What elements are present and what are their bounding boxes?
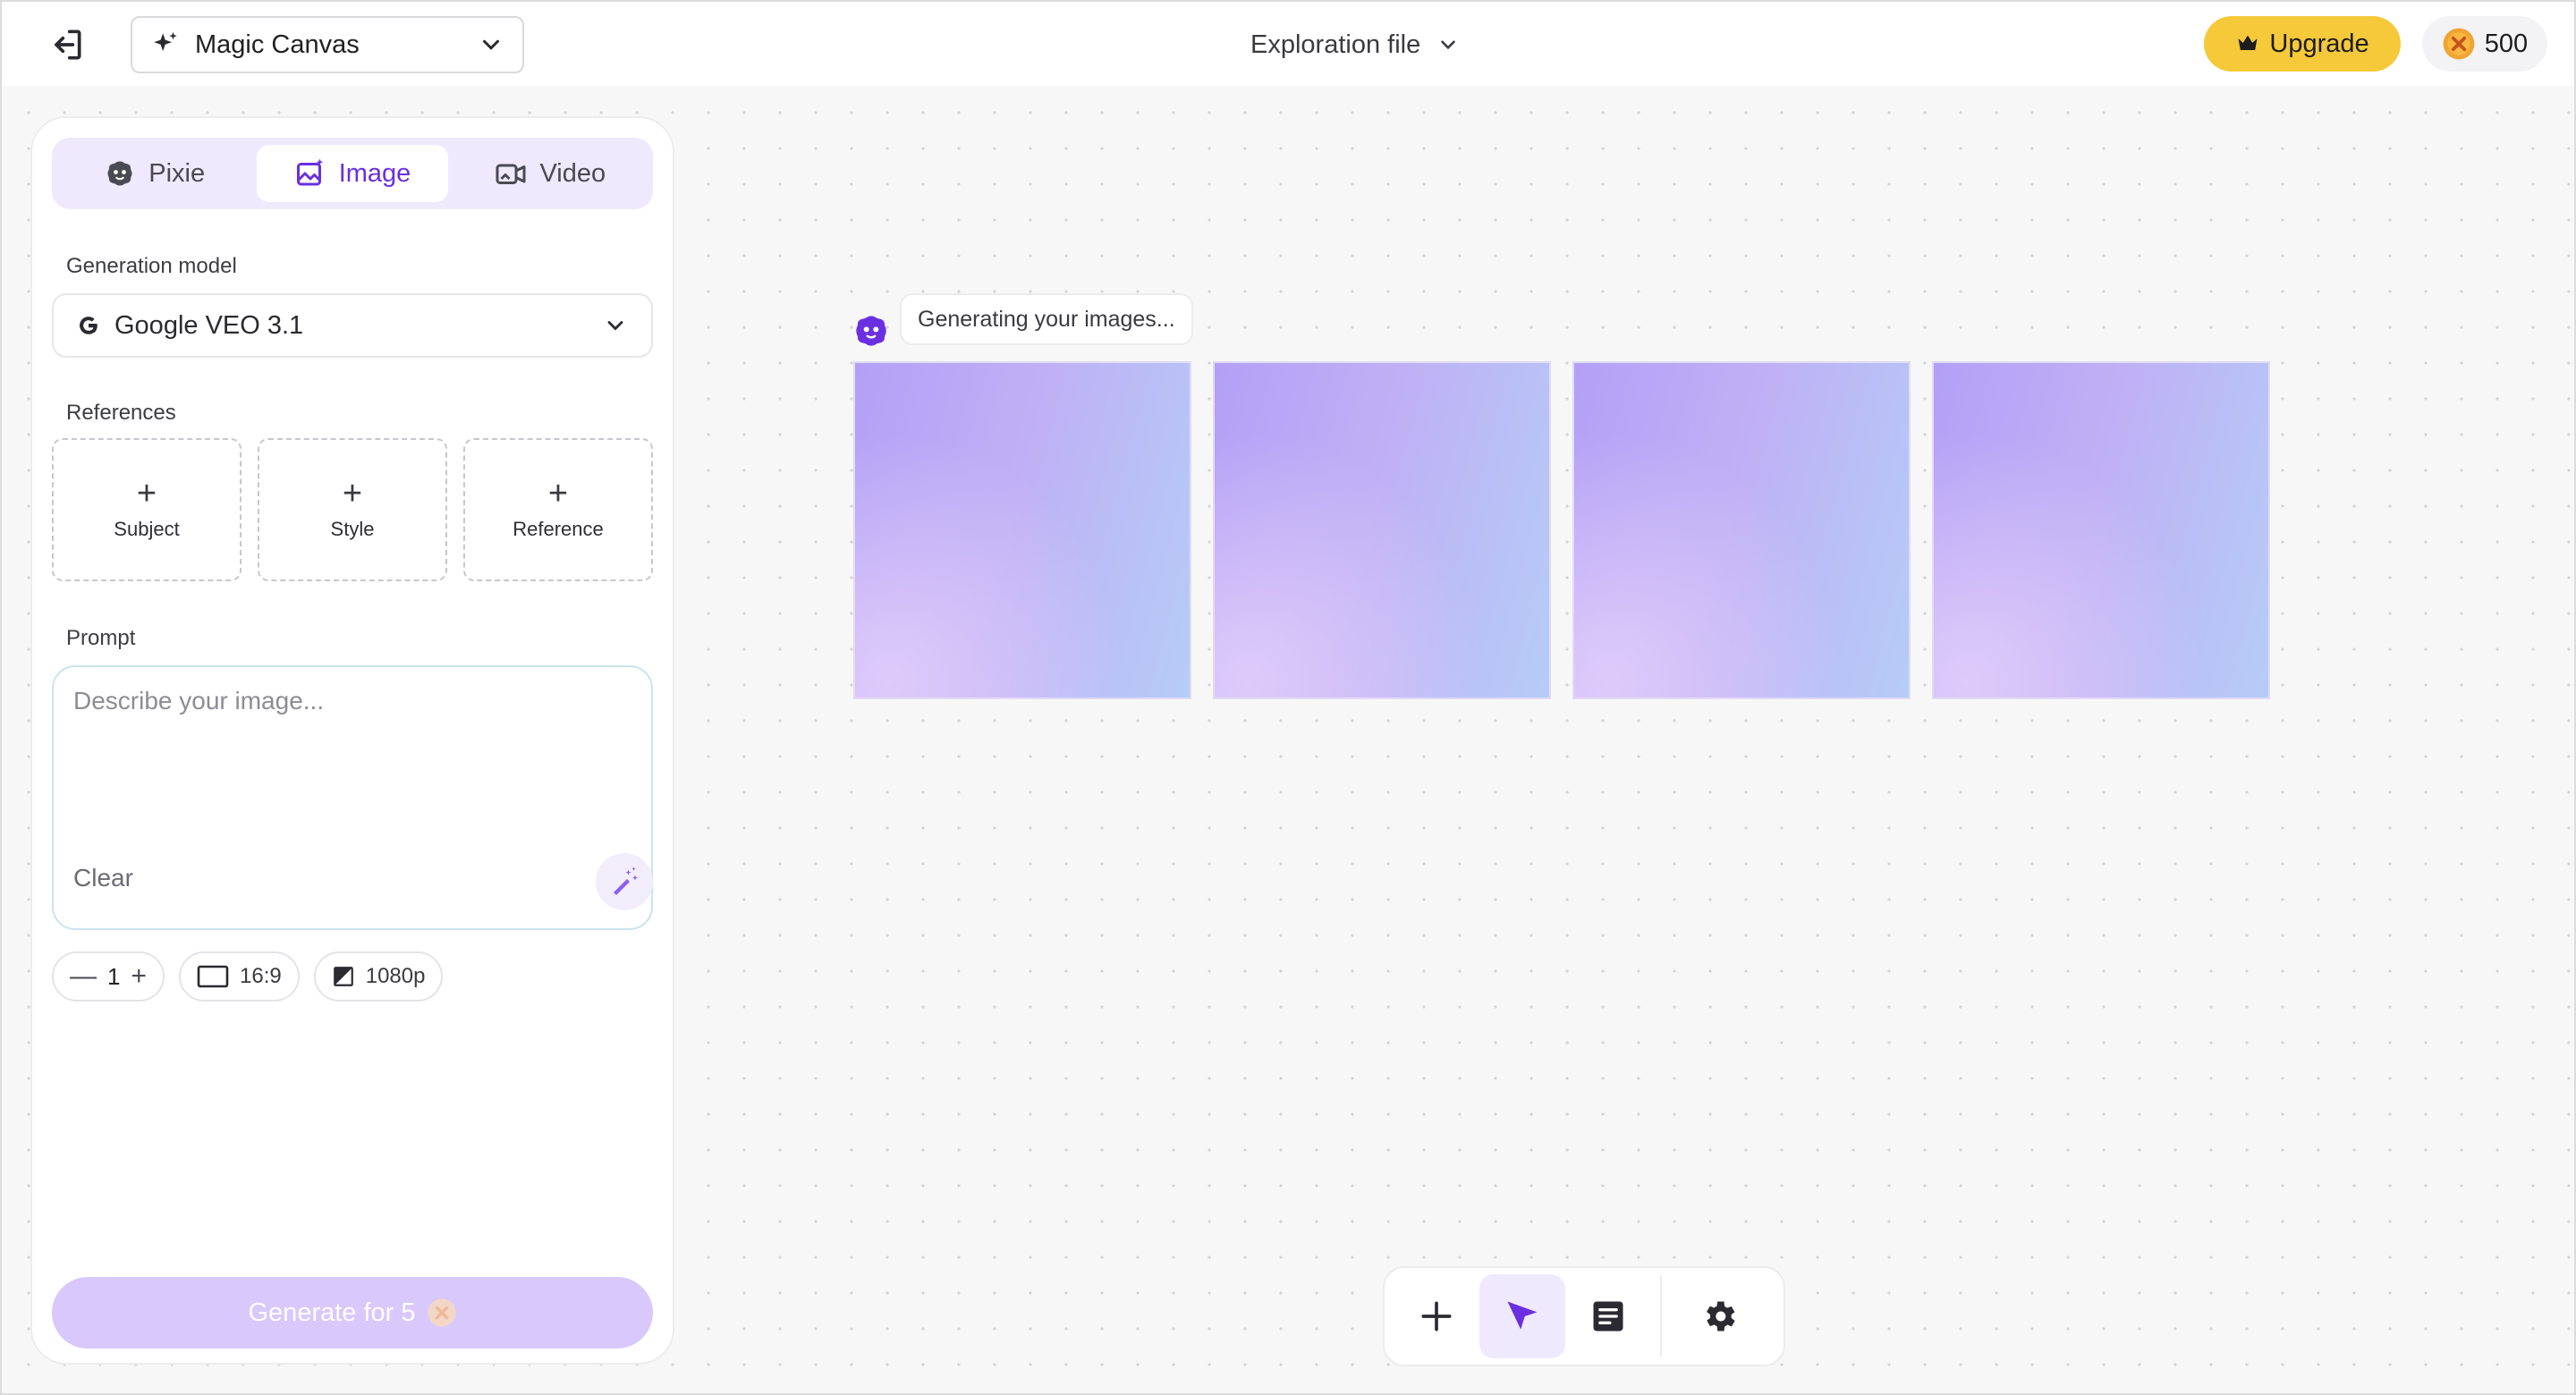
upgrade-label: Upgrade (2269, 29, 2369, 58)
crown-icon (2238, 35, 2258, 50)
add-reference-button[interactable]: + Reference (463, 438, 653, 581)
plus-icon: + (547, 475, 569, 512)
select-tool-button[interactable] (1479, 1274, 1565, 1358)
references-row: + Subject + Style + Reference (52, 438, 653, 581)
coin-icon (2443, 28, 2475, 60)
chevron-down-icon (607, 321, 623, 331)
cursor-icon (1507, 1301, 1538, 1330)
document-icon (1593, 1301, 1623, 1332)
model-dropdown[interactable]: Google VEO 3.1 (52, 293, 653, 358)
credits-badge[interactable]: 500 (2422, 16, 2547, 72)
plus-icon: + (342, 475, 363, 512)
file-title: Exploration file (1250, 30, 1421, 59)
add-subject-button[interactable]: + Subject (52, 438, 242, 581)
enhance-prompt-button[interactable] (596, 853, 653, 910)
prompt-label: Prompt (66, 626, 136, 650)
toolbar-divider (1660, 1276, 1662, 1357)
increment-button[interactable]: + (131, 963, 147, 990)
aspect-ratio-icon (197, 965, 229, 988)
notes-tool-button[interactable] (1565, 1274, 1651, 1358)
app-name: Magic Canvas (195, 30, 360, 59)
image-icon (296, 158, 323, 186)
add-tool-button[interactable] (1394, 1274, 1479, 1358)
ref-label: Style (330, 518, 375, 540)
magic-wand-icon (614, 867, 638, 895)
tab-image[interactable]: Image (257, 145, 448, 202)
image-placeholder[interactable] (1572, 361, 1911, 699)
resolution-icon (333, 967, 353, 986)
upgrade-button[interactable]: Upgrade (2204, 16, 2401, 72)
gear-icon (1707, 1301, 1735, 1332)
count-value: 1 (107, 962, 121, 990)
app-window: Magic Canvas Exploration file Upgrade 50… (0, 0, 2576, 1395)
model-value: Google VEO 3.1 (114, 310, 304, 340)
prompt-box: Clear (52, 665, 653, 930)
settings-button[interactable] (1676, 1274, 1762, 1358)
ref-label: Subject (114, 518, 180, 540)
generation-options: — 1 + 16:9 1080p (52, 951, 444, 1002)
clear-button[interactable]: Clear (73, 864, 133, 892)
coin-icon (427, 1298, 456, 1327)
image-placeholders (853, 361, 2270, 699)
ref-label: Reference (513, 518, 604, 540)
references-label: References (66, 401, 176, 425)
app-switcher-dropdown[interactable]: Magic Canvas (131, 16, 524, 73)
tab-label: Pixie (148, 158, 206, 188)
generation-panel: Pixie Image Video Generation model Googl… (30, 116, 674, 1365)
file-title-dropdown[interactable]: Exploration file (1250, 21, 1460, 68)
prompt-input[interactable] (73, 687, 628, 830)
mode-tabs: Pixie Image Video (52, 138, 653, 209)
resolution-value: 1080p (365, 964, 426, 988)
tab-label: Video (539, 158, 606, 188)
tab-pixie[interactable]: Pixie (59, 145, 250, 202)
resolution-button[interactable]: 1080p (313, 951, 444, 1002)
generate-button[interactable]: Generate for 5 (52, 1277, 653, 1348)
top-bar: Magic Canvas Exploration file Upgrade 50… (2, 2, 2574, 86)
tab-video[interactable]: Video (455, 145, 646, 202)
video-icon (496, 164, 526, 184)
tab-label: Image (338, 158, 411, 188)
plus-icon: + (136, 475, 157, 512)
image-placeholder[interactable] (1213, 361, 1551, 699)
generation-status: Generating your images... (900, 293, 1193, 345)
chevron-down-icon (1441, 40, 1456, 50)
plus-icon (1421, 1301, 1452, 1332)
google-icon (80, 317, 97, 334)
exit-icon (55, 30, 81, 60)
aspect-ratio-button[interactable]: 16:9 (179, 951, 300, 1002)
model-label: Generation model (66, 254, 237, 278)
credits-count: 500 (2484, 29, 2529, 58)
exit-button[interactable] (41, 23, 91, 66)
sparkles-icon (154, 31, 177, 52)
image-placeholder[interactable] (853, 361, 1191, 699)
pixie-icon (107, 161, 132, 186)
generate-label: Generate for 5 (248, 1298, 416, 1327)
chevron-down-icon (483, 39, 499, 50)
add-style-button[interactable]: + Style (258, 438, 447, 581)
image-placeholder[interactable] (1932, 361, 2270, 699)
count-stepper: — 1 + (52, 951, 165, 1002)
aspect-ratio-value: 16:9 (240, 964, 282, 988)
canvas-toolbar (1383, 1266, 1785, 1366)
decrement-button[interactable]: — (70, 963, 97, 990)
pixie-avatar-icon (856, 316, 886, 346)
